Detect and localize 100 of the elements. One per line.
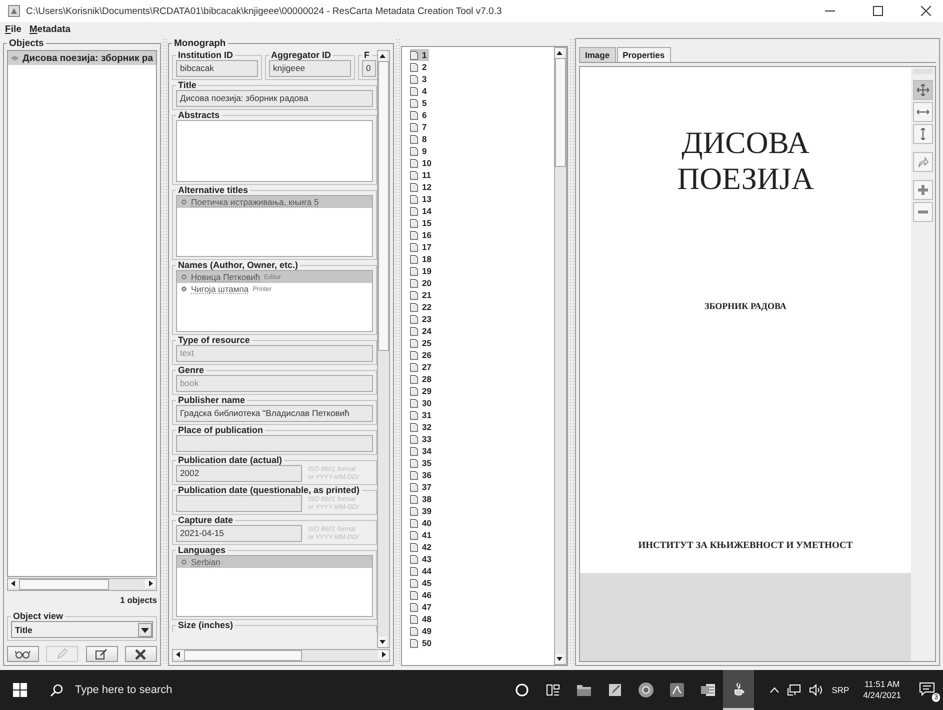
page-item[interactable]: 3 [410, 73, 429, 85]
text-field[interactable]: Градска библиотека "Владислав Петковић [176, 405, 373, 422]
page-item[interactable]: 35 [410, 457, 434, 469]
page-item[interactable]: 12 [410, 181, 434, 193]
vertical-scrollbar[interactable] [554, 47, 567, 665]
page-item[interactable]: 44 [410, 565, 434, 577]
vertical-scrollbar[interactable] [377, 50, 390, 648]
zoom-in-button[interactable] [913, 180, 933, 200]
page-item[interactable]: 14 [410, 205, 434, 217]
page-item[interactable]: 37 [410, 481, 434, 493]
network-icon[interactable] [786, 684, 801, 696]
page-item[interactable]: 10 [410, 157, 434, 169]
page-item[interactable]: 50 [410, 637, 434, 649]
page-item[interactable]: 24 [410, 325, 434, 337]
start-icon[interactable] [13, 683, 27, 697]
menu-item[interactable]: File [5, 24, 22, 34]
page-item[interactable]: 31 [410, 409, 434, 421]
fit-width-button[interactable] [913, 102, 933, 122]
page-item[interactable]: 20 [410, 277, 434, 289]
scroll-up-icon[interactable] [555, 48, 564, 58]
horizontal-scrollbar[interactable] [7, 578, 157, 591]
close-icon[interactable] [921, 6, 931, 16]
page-item[interactable]: 49 [410, 625, 434, 637]
page-item[interactable]: 38 [410, 493, 434, 505]
text-field[interactable]: Дисова поезија: зборник радова [176, 90, 373, 107]
page-item[interactable]: 15 [410, 217, 434, 229]
page-item[interactable]: 16 [410, 229, 434, 241]
search-field[interactable]: Type here to search [73, 683, 277, 697]
page-item[interactable]: 45 [410, 577, 434, 589]
form-button[interactable] [86, 646, 118, 662]
view-button[interactable] [7, 646, 39, 662]
page-item[interactable]: 11 [410, 169, 433, 181]
page-item[interactable]: 48 [410, 613, 434, 625]
page-item[interactable]: 9 [410, 145, 429, 157]
page-item[interactable]: 19 [410, 265, 434, 277]
speaker-icon[interactable] [808, 684, 824, 696]
page-item[interactable]: 6 [410, 109, 429, 121]
tab[interactable]: Image [579, 47, 616, 62]
text-field[interactable]: 0 [362, 60, 376, 77]
tab[interactable]: Properties [616, 47, 671, 62]
page-item[interactable]: 7 [410, 121, 429, 133]
page-item[interactable]: 46 [410, 589, 434, 601]
page-item[interactable]: 28 [410, 373, 434, 385]
maximize-icon[interactable] [873, 6, 883, 16]
horizontal-scrollbar[interactable] [172, 649, 390, 662]
scroll-thumb[interactable] [19, 579, 110, 590]
page-item[interactable]: 4 [410, 85, 429, 97]
page-item[interactable]: 34 [410, 445, 434, 457]
page-item[interactable]: 42 [410, 541, 434, 553]
scroll-down-icon[interactable] [555, 654, 564, 664]
date-field[interactable]: 2002 [176, 465, 302, 482]
fit-height-button[interactable] [913, 124, 933, 144]
page-item[interactable]: 47 [410, 601, 434, 613]
move-button[interactable] [913, 80, 933, 100]
scroll-thumb[interactable] [555, 58, 566, 168]
page-item[interactable]: 43 [410, 553, 434, 565]
page-item[interactable]: 27 [410, 361, 434, 373]
page-item[interactable]: 36 [410, 469, 434, 481]
page-item[interactable]: 32 [410, 421, 434, 433]
page-item[interactable]: 26 [410, 349, 434, 361]
scroll-right-icon[interactable] [378, 650, 389, 659]
text-field[interactable]: knjigeee [269, 60, 351, 77]
page-item[interactable]: 2 [410, 61, 429, 73]
page-item[interactable]: 40 [410, 517, 434, 529]
list-item[interactable]: Serbian [177, 556, 372, 568]
page-item[interactable]: 39 [410, 505, 434, 517]
cup-icon[interactable] [723, 670, 754, 710]
page-item[interactable]: 21 [410, 289, 434, 301]
text-field[interactable] [176, 435, 373, 452]
menu-item[interactable]: Metadata [29, 24, 71, 34]
scroll-up-icon[interactable] [378, 51, 387, 61]
scroll-right-icon[interactable] [145, 579, 156, 588]
list-item[interactable]: Поетичка истраживања, књига 5 [177, 196, 372, 208]
page-item[interactable]: 17 [410, 241, 434, 253]
page-item[interactable]: 13 [410, 193, 434, 205]
object-item[interactable]: Дисова поезија: зборник ра [8, 51, 156, 65]
scroll-thumb[interactable] [184, 650, 302, 661]
delete-button[interactable] [124, 646, 157, 662]
rotate-button[interactable] [913, 152, 933, 172]
date-field[interactable]: 2021-04-15 [176, 525, 302, 542]
page-item[interactable]: 29 [410, 385, 434, 397]
scroll-left-icon[interactable] [173, 650, 184, 659]
chevron-up-icon[interactable] [770, 687, 779, 693]
page-item[interactable]: 22 [410, 301, 434, 313]
page-item[interactable]: 1 [410, 49, 429, 61]
page-item[interactable]: 25 [410, 337, 434, 349]
text-field[interactable]: bibcacak [176, 60, 258, 77]
page-item[interactable]: 18 [410, 253, 434, 265]
language-indicator[interactable]: SRP [832, 685, 850, 695]
page-item[interactable]: 5 [410, 97, 429, 109]
view-dropdown[interactable]: Title [11, 621, 153, 638]
page-item[interactable]: 8 [410, 133, 429, 145]
scroll-left-icon[interactable] [8, 579, 19, 588]
scroll-thumb[interactable] [378, 61, 389, 351]
date-field[interactable] [176, 495, 302, 512]
zoom-out-button[interactable] [913, 202, 933, 222]
page-item[interactable]: 23 [410, 313, 434, 325]
page-item[interactable]: 33 [410, 433, 434, 445]
scroll-down-icon[interactable] [378, 637, 387, 647]
page-item[interactable]: 30 [410, 397, 434, 409]
